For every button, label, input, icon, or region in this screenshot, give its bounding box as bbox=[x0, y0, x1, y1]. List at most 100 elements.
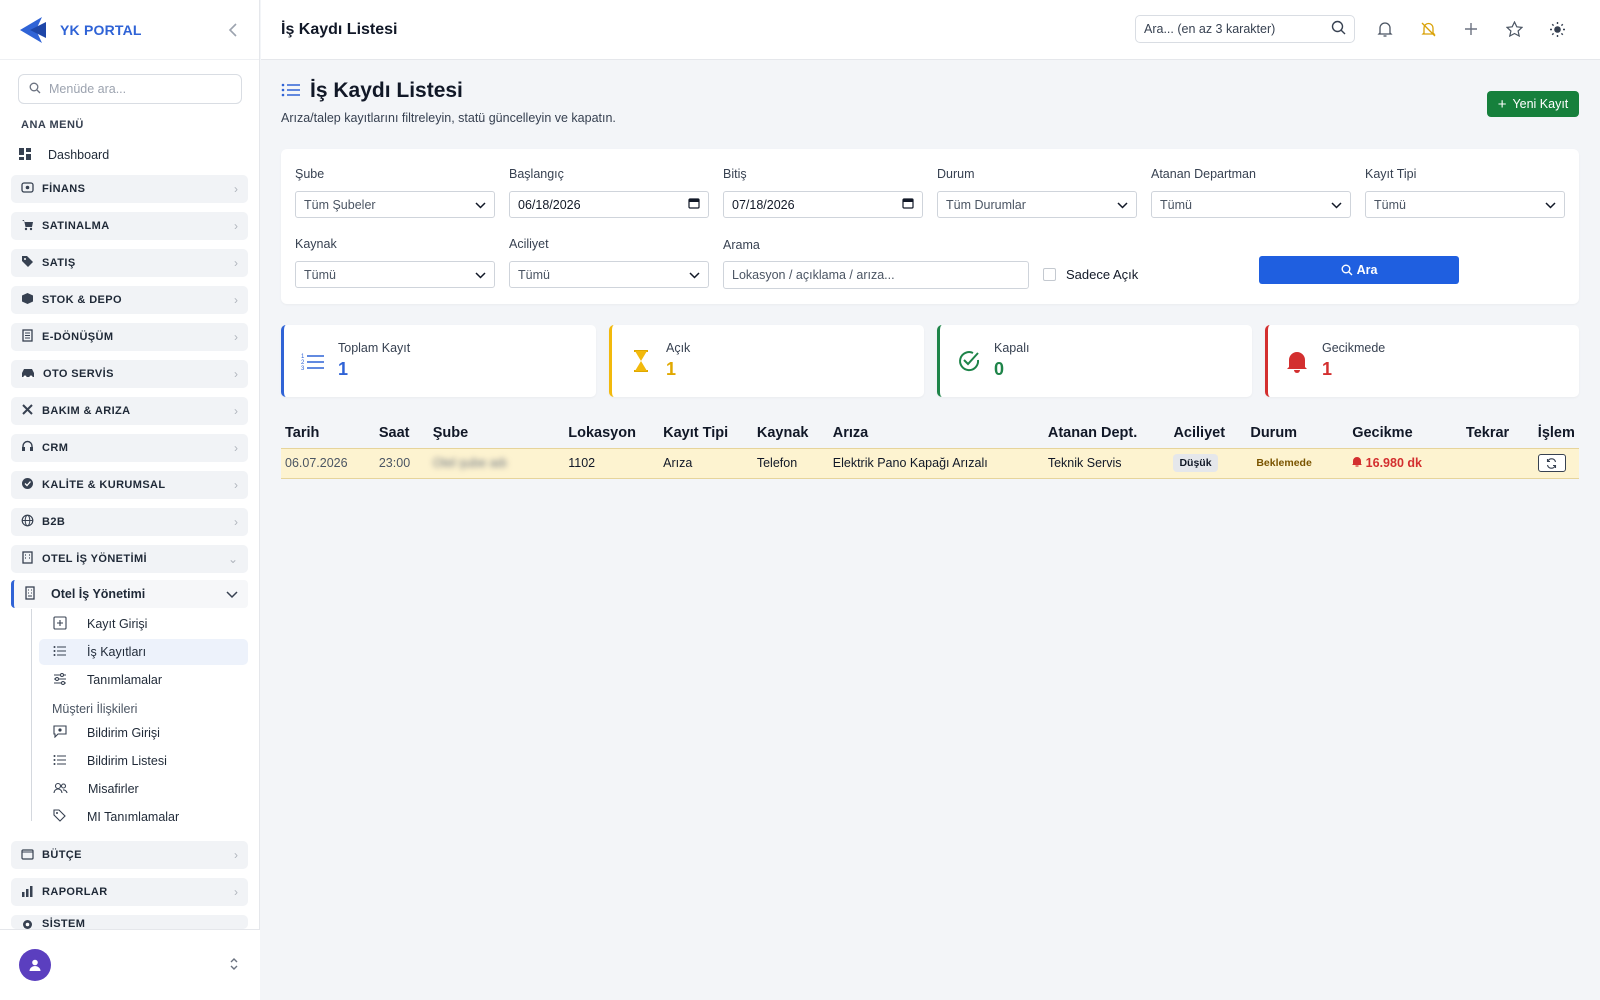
expand-icon[interactable] bbox=[229, 957, 239, 974]
calendar-icon[interactable] bbox=[902, 197, 914, 212]
sidebar-item-kayit-girisi[interactable]: Kayıt Girişi bbox=[39, 611, 248, 637]
column-header[interactable]: Tekrar bbox=[1462, 418, 1534, 448]
sidebar-group-label: BAKIM & ARIZA bbox=[42, 405, 131, 417]
theme-sun-icon[interactable] bbox=[1546, 18, 1568, 40]
sidebar-group-finans[interactable]: FİNANS › bbox=[11, 175, 248, 203]
sidebar-group-b2b[interactable]: B2B › bbox=[11, 508, 248, 536]
stat-card-toplam: 123 Toplam Kayıt 1 bbox=[281, 325, 596, 397]
plus-icon[interactable] bbox=[1460, 18, 1482, 40]
list-icon: 123 bbox=[300, 348, 326, 374]
column-header[interactable]: Aciliyet bbox=[1169, 418, 1246, 448]
new-record-button[interactable]: + Yeni Kayıt bbox=[1487, 91, 1579, 117]
sidebar-group-stok-depo[interactable]: STOK & DEPO › bbox=[11, 286, 248, 314]
chevron-right-icon: › bbox=[234, 515, 238, 529]
sidebar-group-butce[interactable]: BÜTÇE › bbox=[11, 841, 248, 869]
column-header[interactable]: İşlem bbox=[1534, 418, 1579, 448]
column-header[interactable]: Saat bbox=[375, 418, 429, 448]
bell-off-icon[interactable] bbox=[1417, 18, 1439, 40]
search-button[interactable]: Ara bbox=[1259, 256, 1459, 284]
sidebar-item-misafirler[interactable]: Misafirler bbox=[39, 776, 248, 802]
filter-kaynak-select[interactable]: Tümü bbox=[295, 261, 495, 288]
chevron-down-icon bbox=[1331, 198, 1342, 212]
column-header[interactable]: Lokasyon bbox=[564, 418, 659, 448]
search-icon[interactable] bbox=[1331, 20, 1346, 38]
collapse-sidebar-icon[interactable] bbox=[223, 20, 243, 40]
column-header[interactable]: Atanan Dept. bbox=[1044, 418, 1170, 448]
sidebar-group-kalite-kurumsal[interactable]: KALİTE & KURUMSAL › bbox=[11, 471, 248, 499]
finance-icon bbox=[21, 181, 34, 197]
filter-start-date[interactable]: 06/18/2026 bbox=[509, 191, 709, 218]
filter-search-input[interactable] bbox=[732, 268, 1020, 282]
sub-menu-line bbox=[31, 609, 32, 821]
stat-value: 1 bbox=[338, 359, 349, 379]
sidebar-group-otel-is-yonetimi[interactable]: OTEL İŞ YÖNETİMİ ⌄ bbox=[11, 545, 248, 573]
sidebar-group-satis[interactable]: SATIŞ › bbox=[11, 249, 248, 277]
tag-icon bbox=[21, 255, 34, 271]
menu-search-input[interactable] bbox=[49, 82, 229, 96]
menu-search[interactable] bbox=[18, 74, 242, 104]
checkbox-label: Sadece Açık bbox=[1066, 267, 1139, 282]
sidebar-group-bakim-ariza[interactable]: BAKIM & ARIZA › bbox=[11, 397, 248, 425]
column-header[interactable]: Arıza bbox=[829, 418, 1044, 448]
refresh-status-button[interactable] bbox=[1537, 454, 1566, 472]
bell-icon[interactable] bbox=[1374, 18, 1396, 40]
filter-panel: Şube Tüm Şubeler Başlangıç 06/18/2026 Bi… bbox=[281, 149, 1579, 304]
filter-durum-select[interactable]: Tüm Durumlar bbox=[937, 191, 1137, 218]
sidebar-group-crm[interactable]: CRM › bbox=[11, 434, 248, 462]
column-header[interactable]: Kaynak bbox=[753, 418, 829, 448]
sidebar-group-satinalma[interactable]: SATINALMA › bbox=[11, 212, 248, 240]
filter-kayit-tipi-select[interactable]: Tümü bbox=[1365, 191, 1565, 218]
sidebar-item-bildirim-girisi[interactable]: Bildirim Girişi bbox=[39, 720, 248, 746]
cell-kaynak: Telefon bbox=[752, 447, 829, 479]
wallet-icon bbox=[21, 848, 34, 863]
chevron-down-icon bbox=[475, 268, 486, 282]
select-value: Tümü bbox=[1374, 197, 1406, 212]
topbar: İş Kaydı Listesi bbox=[261, 0, 1600, 60]
sidebar-item-is-kayitlari[interactable]: İş Kayıtları bbox=[39, 639, 248, 665]
search-icon bbox=[1341, 264, 1353, 276]
sidebar-group-oto-servis[interactable]: OTO SERVİS › bbox=[11, 360, 248, 388]
stat-value: 1 bbox=[1322, 359, 1333, 379]
calendar-icon[interactable] bbox=[688, 197, 700, 212]
column-header[interactable]: Gecikme bbox=[1348, 418, 1462, 448]
sidebar-subgroup-otel-is-yonetimi[interactable]: Otel İş Yönetimi bbox=[11, 580, 248, 608]
global-search[interactable] bbox=[1135, 15, 1355, 43]
checkbox[interactable] bbox=[1043, 268, 1056, 281]
sidebar-group-label: KALİTE & KURUMSAL bbox=[42, 479, 166, 491]
chevron-right-icon: › bbox=[234, 367, 238, 381]
sidebar-group-label: OTEL İŞ YÖNETİMİ bbox=[42, 553, 148, 565]
brand-logo[interactable] bbox=[16, 13, 50, 47]
filter-search-field[interactable] bbox=[723, 261, 1029, 289]
column-header[interactable]: Durum bbox=[1246, 418, 1348, 448]
global-search-input[interactable] bbox=[1144, 22, 1324, 36]
filter-departman-select[interactable]: Tümü bbox=[1151, 191, 1351, 218]
sidebar-group-sistem[interactable]: SİSTEM bbox=[11, 915, 248, 929]
filter-end-date[interactable]: 07/18/2026 bbox=[723, 191, 923, 218]
chevron-right-icon: › bbox=[234, 293, 238, 307]
star-icon[interactable] bbox=[1503, 18, 1525, 40]
sidebar-group-e-donusum[interactable]: E-DÖNÜŞÜM › bbox=[11, 323, 248, 351]
filter-label-kaynak: Kaynak bbox=[295, 237, 337, 251]
sidebar-item-bildirim-listesi[interactable]: Bildirim Listesi bbox=[39, 748, 248, 774]
only-open-checkbox[interactable]: Sadece Açık bbox=[1043, 267, 1138, 282]
avatar[interactable] bbox=[19, 949, 51, 981]
sidebar-item-dashboard[interactable]: Dashboard bbox=[18, 143, 242, 167]
page-title: İş Kaydı Listesi bbox=[310, 79, 463, 102]
user-footer[interactable] bbox=[0, 929, 260, 1000]
chevron-down-icon bbox=[1545, 198, 1556, 212]
column-header[interactable]: Şube bbox=[429, 418, 564, 448]
status-badge: Beklemede bbox=[1256, 457, 1312, 469]
chevron-down-icon bbox=[475, 198, 486, 212]
table-row[interactable]: 06.07.2026 23:00 Otel şube adı 1102 Arız… bbox=[281, 447, 1579, 479]
select-value: Tüm Durumlar bbox=[946, 197, 1026, 212]
sidebar-item-tanimlamalar[interactable]: Tanımlamalar bbox=[39, 667, 248, 693]
column-header[interactable]: Tarih bbox=[281, 418, 375, 448]
sidebar-item-mi-tanimlamalar[interactable]: MI Tanımlamalar bbox=[39, 804, 248, 830]
brand-name[interactable]: YK PORTAL bbox=[60, 22, 142, 38]
filter-label-bitis: Bitiş bbox=[723, 167, 747, 181]
filter-sube-select[interactable]: Tüm Şubeler bbox=[295, 191, 495, 218]
sidebar-group-raporlar[interactable]: RAPORLAR › bbox=[11, 878, 248, 906]
tags-icon bbox=[53, 809, 67, 825]
filter-aciliyet-select[interactable]: Tümü bbox=[509, 261, 709, 288]
column-header[interactable]: Kayıt Tipi bbox=[659, 418, 753, 448]
